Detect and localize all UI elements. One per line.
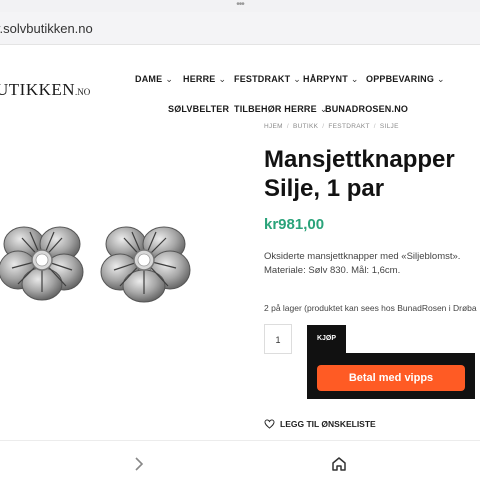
bottom-bar: [0, 440, 480, 481]
logo-text: UTIKKEN: [0, 80, 76, 99]
breadcrumb: HJEM / BUTIKK / FESTDRAKT / SILJE: [264, 123, 399, 130]
nav-item-oppbevaring[interactable]: OPPBEVARING ⌄: [366, 74, 445, 85]
nav-label: FESTDRAKT: [234, 74, 291, 84]
address-bar[interactable]: v.solvbutikken.no: [0, 12, 480, 45]
chevron-down-icon: ⌄: [437, 74, 445, 84]
product-description: Oksiderte mansjettknapper med «Siljeblom…: [264, 251, 461, 276]
vipps-container: Betal med vipps: [307, 353, 475, 399]
chevron-down-icon: ⌄: [293, 74, 302, 84]
chevron-down-icon: ⌄: [165, 74, 174, 84]
site-logo[interactable]: UTIKKEN.NO: [0, 80, 90, 100]
product-title: Mansjettknapper Silje, 1 par: [264, 146, 455, 202]
heart-icon: [264, 419, 275, 429]
nav-label: HÅRPYNT: [303, 74, 348, 84]
logo-suffix: .NO: [75, 87, 91, 97]
earring-right-image[interactable]: [98, 216, 196, 306]
quantity-input[interactable]: 1: [264, 324, 292, 354]
nav-label: SØLVBELTER: [168, 104, 230, 114]
nav-item-herre[interactable]: HERRE ⌄: [183, 74, 226, 85]
browser-top-bar: •••: [0, 0, 480, 12]
chevron-down-icon: ⌄: [350, 74, 359, 84]
chevron-down-icon: ⌄: [218, 74, 227, 84]
nav-label: DAME: [135, 74, 163, 84]
nav-item-harpynt[interactable]: HÅRPYNT ⌄: [303, 74, 359, 85]
nav-item-solvbelter[interactable]: SØLVBELTER: [168, 104, 229, 114]
wishlist-label: LEGG TIL ØNSKELISTE: [280, 419, 376, 429]
add-to-wishlist-button[interactable]: LEGG TIL ØNSKELISTE: [264, 419, 376, 429]
nav-item-dame[interactable]: DAME ⌄: [135, 74, 173, 85]
vipps-pay-button[interactable]: Betal med vipps: [317, 365, 465, 391]
chevron-right-icon[interactable]: [133, 456, 145, 472]
nav-label: OPPBEVARING: [366, 74, 435, 84]
home-icon[interactable]: [331, 456, 347, 472]
stock-status: 2 på lager (produktet kan sees hos Bunad…: [264, 303, 477, 313]
nav-label: HERRE: [183, 74, 216, 84]
nav-item-bunadrosen[interactable]: BUNADROSEN.NO: [325, 104, 408, 114]
earring-left-image[interactable]: [0, 216, 90, 306]
nav-label: BUNADROSEN.NO: [325, 104, 409, 114]
url-text[interactable]: v.solvbutikken.no: [0, 21, 93, 36]
breadcrumb-butikk[interactable]: BUTIKK: [293, 123, 318, 130]
breadcrumb-home[interactable]: HJEM: [264, 123, 283, 130]
more-dots-icon[interactable]: •••: [0, 0, 480, 10]
nav-item-tilbehor-herre[interactable]: TILBEHØR HERRE ⌄: [234, 104, 328, 115]
product-price: kr981,00: [264, 216, 325, 233]
nav-label: TILBEHØR HERRE: [234, 104, 317, 114]
buy-button[interactable]: KJØP: [307, 325, 346, 353]
breadcrumb-festdrakt[interactable]: FESTDRAKT: [328, 123, 369, 130]
breadcrumb-silje[interactable]: SILJE: [380, 123, 399, 130]
nav-item-festdrakt[interactable]: FESTDRAKT ⌄: [234, 74, 301, 85]
